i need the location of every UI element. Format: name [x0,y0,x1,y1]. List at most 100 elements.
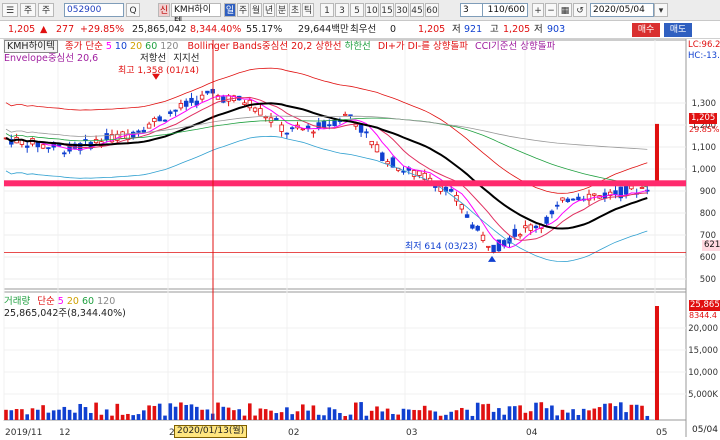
count-input[interactable]: 110/600 [482,3,528,17]
reset-icon[interactable]: ↺ [573,3,587,17]
interval-button-10[interactable]: 10 [365,3,379,17]
menu-icon[interactable]: ☰ [2,3,18,17]
hc-readout: HC:-13. [688,51,720,61]
candle-body [417,170,422,176]
legend-vma-20: 20 [66,296,79,307]
period-button-1[interactable]: 주 [237,3,249,17]
volume-bar [433,411,438,420]
period-button-5[interactable]: 초 [289,3,301,17]
volume-bar [94,402,98,420]
volume-bar [285,407,289,420]
price-change: 277 [56,24,75,35]
candle-body [528,224,533,231]
settings-icon[interactable]: ▦ [558,3,572,17]
calendar-icon[interactable]: ▾ [654,3,668,17]
interval-button-45[interactable]: 45 [410,3,424,17]
date-input[interactable]: 2020/05/04 [590,3,654,17]
best-bid-label: 최우선 [350,24,377,35]
volume-bar [364,415,369,420]
candle-body [152,118,157,123]
candle-body [475,225,480,231]
volume-bar [115,403,120,420]
chart-area[interactable]: 1,300 1,200 1,100 1,000 900 800 700 600 500 20,00… [0,39,720,438]
volume-bar [597,407,602,420]
volume-bar [200,409,204,420]
legend-dmi: DI+가 DI-를 상향돌파 [377,41,468,52]
interval-button-60[interactable]: 60 [425,3,439,17]
volume-bar [438,415,443,420]
volume-bar [237,409,241,420]
volume-bar [110,415,114,420]
legend-ma-5: 5 [105,41,112,52]
volume-bar [269,410,273,420]
volume-bar [301,404,305,420]
stock-chart-svg[interactable]: 1,3001,2001,1001,00090080070060050020,00… [0,39,720,438]
search-icon[interactable]: Q [126,3,140,17]
stock-code-input[interactable]: 052900 [64,3,124,17]
candle-body [549,210,555,215]
market-tab-button[interactable]: 주 [20,3,36,17]
sell-button[interactable]: 매도 [664,23,692,37]
volume-bar [460,407,464,420]
legend-ma-120: 120 [160,41,179,52]
candle-body [565,198,570,202]
volume-bar [173,406,178,420]
interval-button-5[interactable]: 5 [350,3,364,17]
candle-body [305,125,311,129]
candle-body [385,161,390,165]
volume-bar [645,415,650,420]
price-legend-3: 저항선 지지선 [140,53,200,64]
legend-ma-20: 20 [130,41,143,52]
price-change-pct: +29.85% [80,24,125,35]
interval-button-30[interactable]: 30 [395,3,409,17]
low-label: 저 [452,24,461,35]
bb-upper-line [5,67,648,194]
period-button-6[interactable]: 틱 [302,3,314,17]
volume-bar [179,402,183,420]
y-tick-label: 800 [700,209,716,219]
candle-body [146,123,152,129]
candle-body [35,142,40,148]
toolbar: ☰ 주 주 052900 Q 신 KMH하이텍 3 110/600 + − ▦ … [0,0,720,27]
low-value: 921 [464,24,483,35]
volume-bar [290,414,294,420]
legend-vma-5: 5 [57,296,64,307]
candle-body [480,234,486,241]
candle-body [120,131,125,139]
period-button-0[interactable]: 일 [224,3,236,17]
period-button-3[interactable]: 년 [263,3,275,17]
volume-bar [205,409,210,420]
legend-bb-dn: 하한선 [344,41,371,52]
volume-bar [131,415,135,420]
zoom-in-icon[interactable]: + [532,3,544,17]
x-tick-label: 05 [656,428,667,437]
legend-ma-10: 10 [114,41,128,52]
period-button-4[interactable]: 분 [276,3,288,17]
volume-bar [46,412,51,420]
period-button-2[interactable]: 월 [250,3,262,17]
interval-button-15[interactable]: 15 [380,3,394,17]
interval-button-3[interactable]: 3 [335,3,349,17]
candle-body [141,129,146,133]
interval-button-1[interactable]: 1 [320,3,334,17]
volume-bar [491,411,496,420]
market-select-button[interactable]: 주 [38,3,54,17]
buy-button[interactable]: 매수 [632,23,660,37]
volume-bar [9,410,14,420]
volume-bar [195,406,199,420]
volume-bar [311,405,316,420]
volume-tick-label: 20,000 [688,324,718,334]
volume-bar [592,408,597,420]
candle-body [348,114,353,117]
volume-bar [253,415,257,420]
volume-bar [41,405,45,420]
amount-value: 29,644백만 [298,24,349,35]
volume-bar [581,408,586,420]
candle-body [629,185,634,190]
zoom-out-icon[interactable]: − [545,3,557,17]
volume-bar [507,406,512,420]
volume-bar [332,409,337,420]
ma20-line [5,102,648,230]
volume-bar [534,402,538,420]
volume-bar [4,409,8,420]
